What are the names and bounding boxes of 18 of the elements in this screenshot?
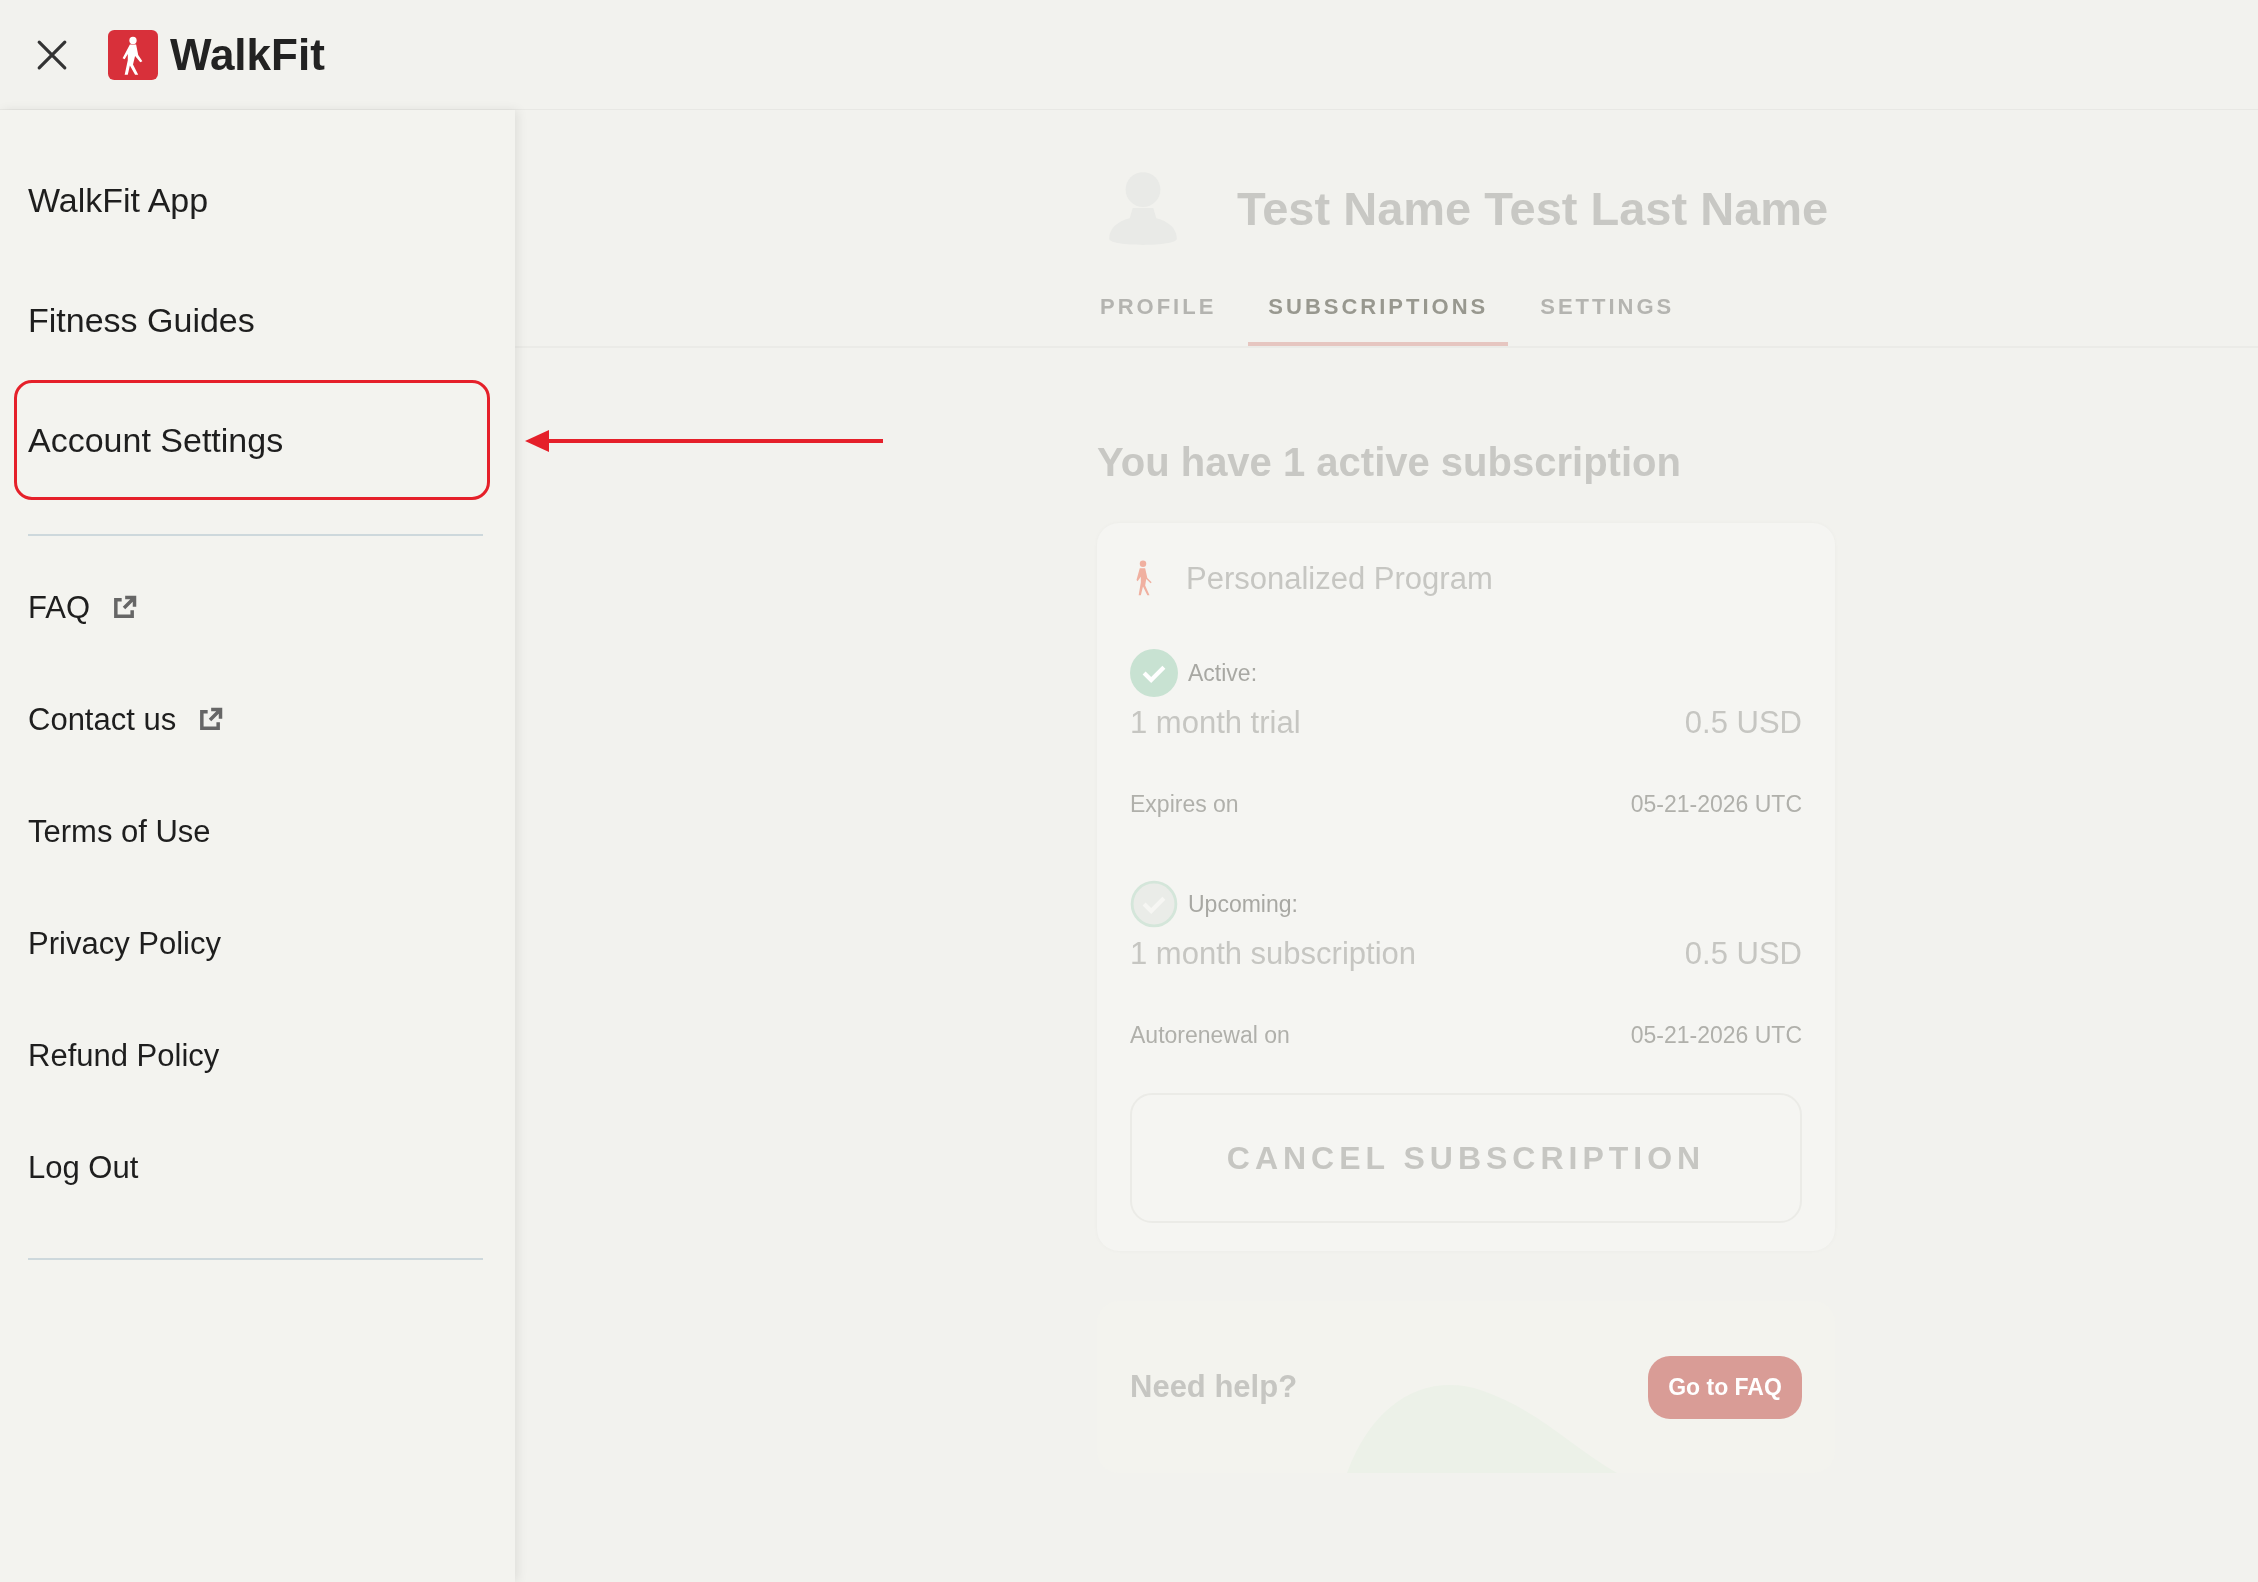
logo-icon: [108, 29, 158, 80]
menu-item[interactable]: Refund Policy: [28, 1038, 220, 1074]
date-value: 05-21-2026 UTC: [1630, 1022, 1802, 1049]
menu-item[interactable]: Log Out: [28, 1150, 139, 1186]
date-value: 05-21-2026 UTC: [1630, 791, 1802, 818]
menu-item[interactable]: FAQ: [28, 590, 90, 626]
menu-item[interactable]: Terms of Use: [28, 814, 211, 850]
menu-item[interactable]: WalkFit App: [14, 140, 490, 260]
menu-item[interactable]: Privacy Policy: [28, 926, 221, 962]
menu-item[interactable]: Contact us: [28, 702, 177, 738]
brand-name: WalkFit: [170, 29, 325, 80]
status-label: Upcoming:: [1188, 890, 1298, 918]
menu-item[interactable]: Account Settings: [14, 380, 490, 500]
date-label: Expires on: [1130, 791, 1239, 818]
close-icon[interactable]: [36, 38, 68, 71]
date-label: Autorenewal on: [1130, 1022, 1290, 1049]
status-label: Active:: [1188, 659, 1258, 687]
menu-item[interactable]: Fitness Guides: [14, 260, 490, 380]
